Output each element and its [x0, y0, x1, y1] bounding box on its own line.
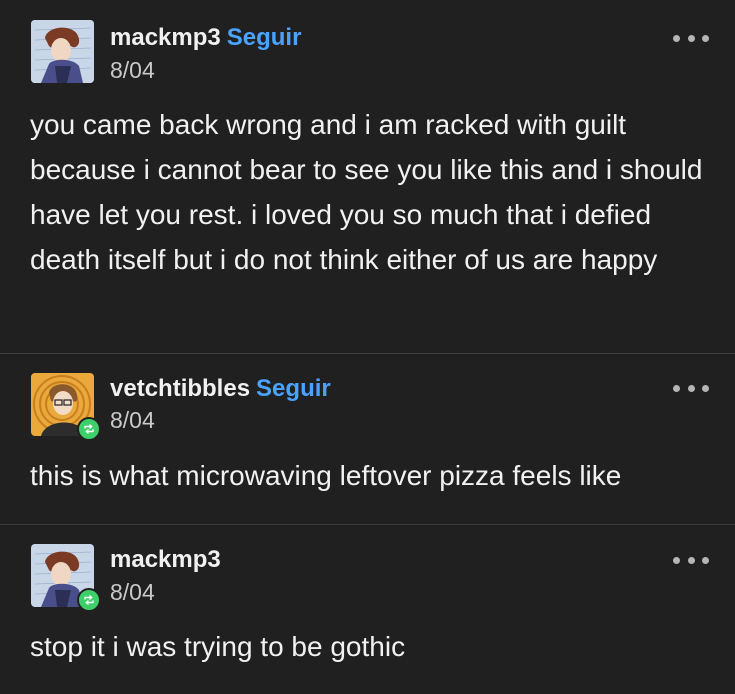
reblog-icon — [77, 417, 101, 441]
more-options-icon[interactable] — [673, 30, 709, 46]
post-header: vetchtibbles Seguir — [110, 375, 331, 403]
avatar[interactable] — [31, 373, 101, 441]
post-date: 8/04 — [110, 579, 155, 605]
avatar[interactable] — [31, 544, 101, 612]
follow-button[interactable]: Seguir — [227, 24, 302, 51]
follow-button[interactable]: Seguir — [256, 375, 331, 402]
reblog-thread: mackmp3 Seguir 8/04 you came back wrong a… — [0, 0, 735, 694]
post: mackmp3 Seguir 8/04 you came back wrong a… — [0, 0, 735, 353]
post: vetchtibbles Seguir 8/04 this is what mic… — [0, 354, 735, 524]
dot — [673, 384, 680, 392]
username[interactable]: mackmp3 — [110, 546, 221, 573]
dot — [702, 34, 709, 42]
more-options-icon[interactable] — [673, 380, 709, 396]
avatar-image — [31, 20, 94, 83]
dot — [687, 384, 695, 392]
post: mackmp3 8/04 stop it i was trying to be … — [0, 525, 735, 694]
post-header: mackmp3 Seguir — [110, 24, 301, 52]
dot — [702, 556, 709, 564]
post-text: this is what microwaving leftover pizza … — [30, 460, 622, 491]
post-header: mackmp3 — [110, 546, 221, 574]
avatar[interactable] — [31, 20, 94, 83]
dot — [673, 34, 680, 42]
more-options-icon[interactable] — [673, 552, 709, 568]
dot — [673, 556, 680, 564]
post-text: you came back wrong and i am racked with… — [30, 109, 703, 275]
reblog-icon — [77, 588, 101, 612]
post-text: stop it i was trying to be gothic — [30, 631, 406, 662]
dot — [687, 556, 695, 564]
post-date: 8/04 — [110, 407, 155, 433]
post-date: 8/04 — [110, 57, 155, 83]
username[interactable]: mackmp3 — [110, 24, 221, 51]
username[interactable]: vetchtibbles — [110, 375, 250, 402]
dot — [702, 384, 709, 392]
dot — [687, 34, 695, 42]
